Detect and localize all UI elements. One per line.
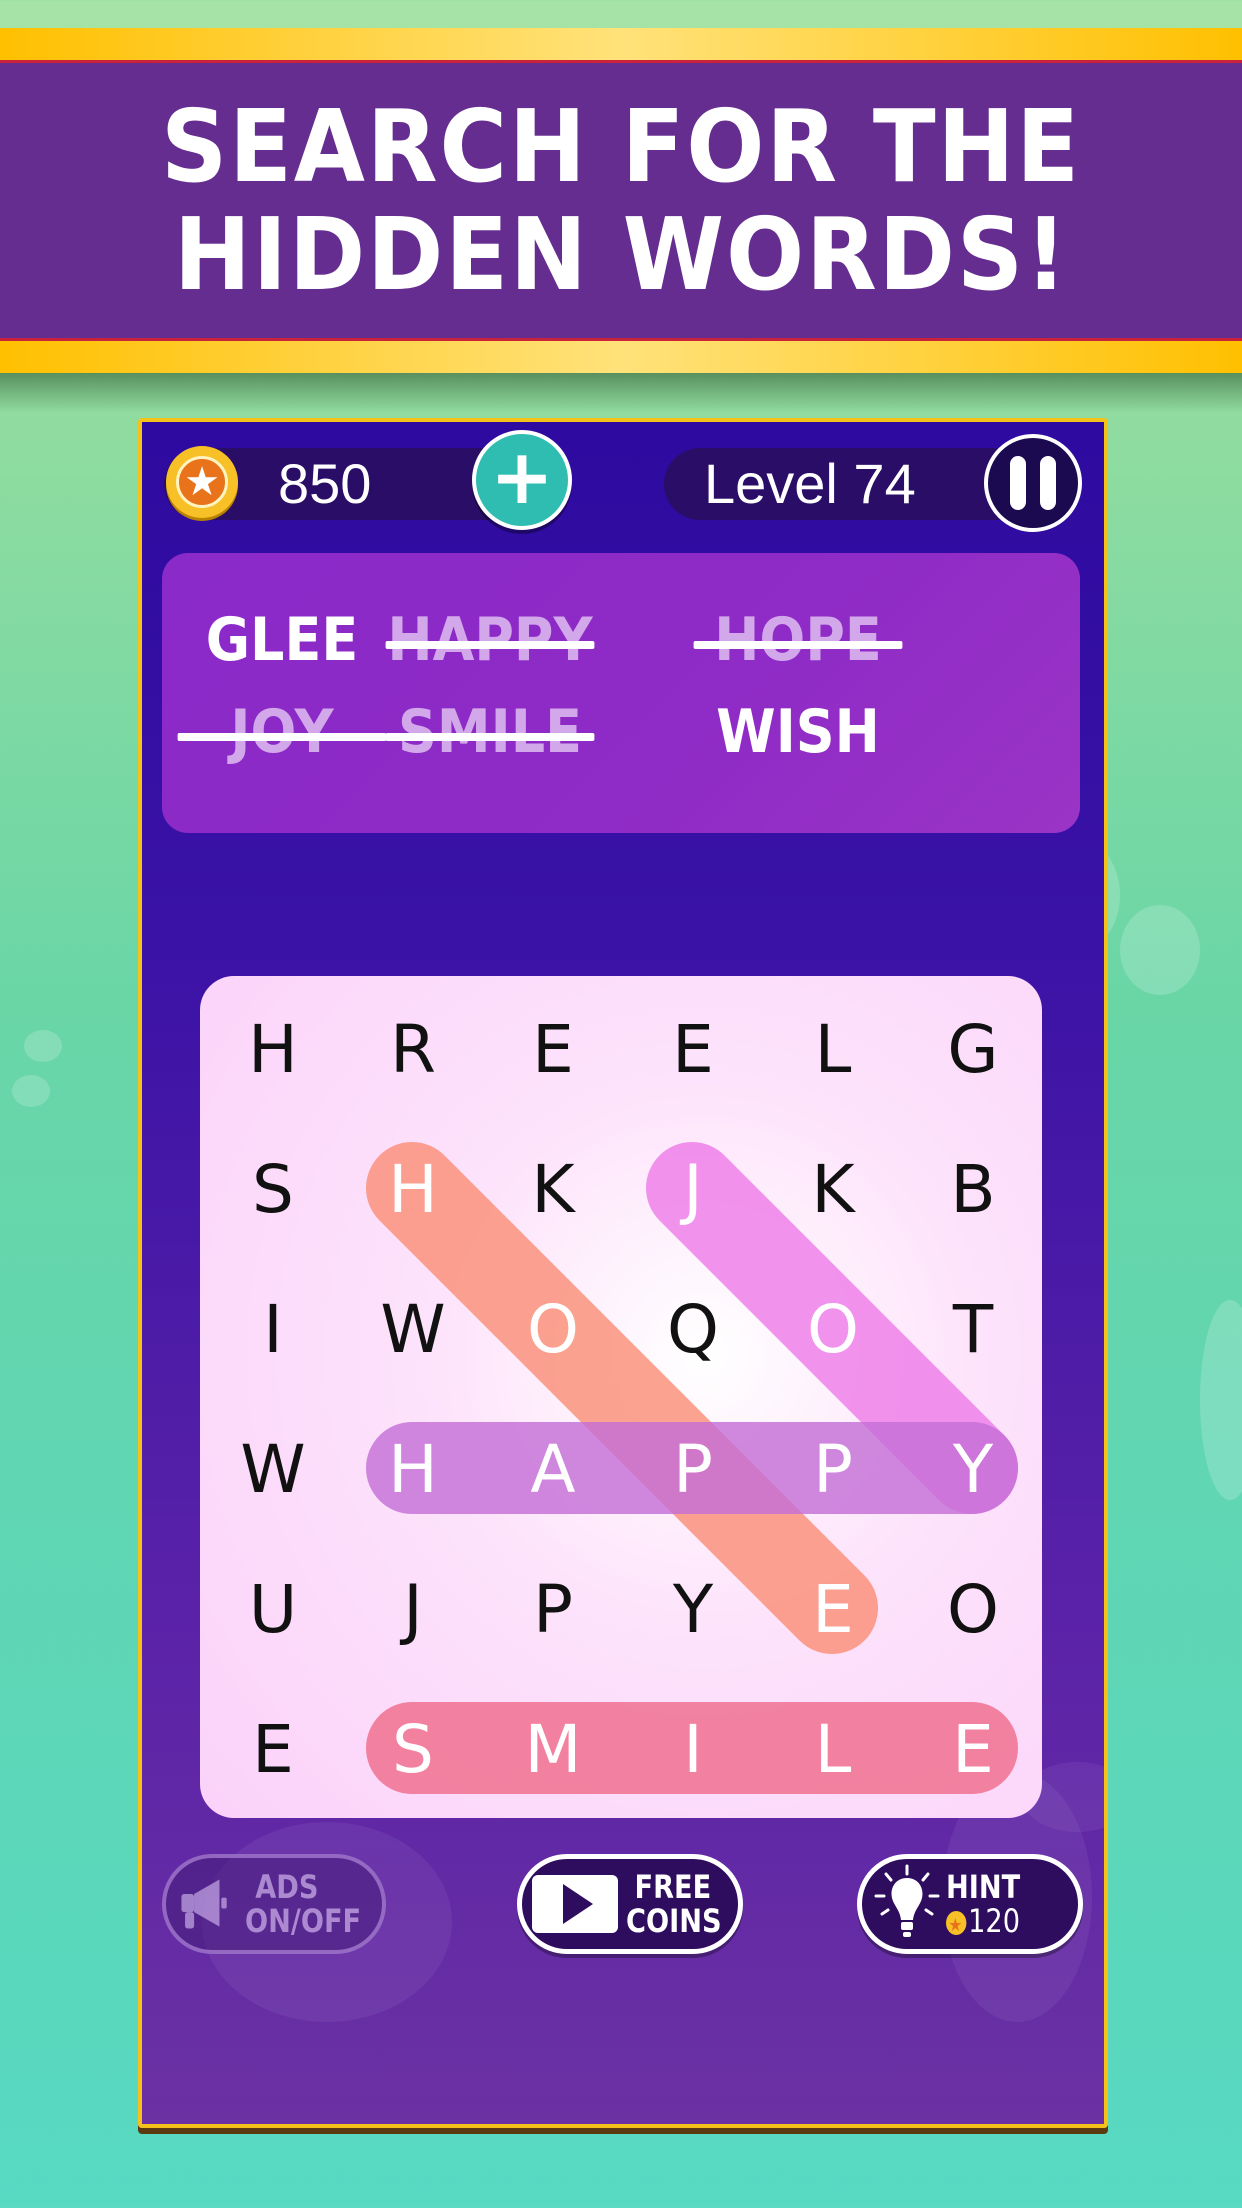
grid-cell[interactable]: L [762, 978, 904, 1120]
word-list-panel: GLEE HAPPY HOPE JOY SMILE WISH [162, 553, 1080, 833]
grid-cell[interactable]: W [342, 1258, 484, 1400]
free-coins-label-line-2: COINS [625, 1902, 722, 1940]
grid-cell[interactable]: J [622, 1118, 764, 1260]
grid-cell[interactable]: W [202, 1398, 344, 1540]
grid-cell[interactable]: P [762, 1398, 904, 1540]
pause-icon [1040, 456, 1056, 510]
grid-cell[interactable]: A [482, 1398, 624, 1540]
hint-label: HINT [946, 1868, 1021, 1906]
grid-cell[interactable]: Y [622, 1538, 764, 1680]
grid-cell[interactable]: Y [902, 1398, 1042, 1540]
grid-cell[interactable]: P [482, 1538, 624, 1680]
background-bokeh [12, 1075, 50, 1107]
plus-icon: + [490, 432, 554, 521]
ads-label-line-2: ON/OFF [245, 1902, 362, 1940]
pause-button[interactable] [984, 434, 1082, 532]
grid-cell[interactable]: E [202, 1678, 344, 1818]
add-coins-button[interactable]: + [472, 430, 572, 530]
banner-gold-stripe-bottom [0, 338, 1242, 373]
grid-cell[interactable]: P [622, 1398, 764, 1540]
grid-cell[interactable]: M [482, 1678, 624, 1818]
grid-cell[interactable]: K [762, 1118, 904, 1260]
ads-toggle-button[interactable]: ADS ON/OFF [162, 1854, 386, 1954]
background-bokeh [1120, 905, 1200, 995]
grid-cell[interactable]: O [762, 1258, 904, 1400]
word-item: HOPE [681, 605, 915, 675]
grid-cell[interactable]: O [902, 1538, 1042, 1680]
grid-cell[interactable]: G [902, 978, 1042, 1120]
grid-cell[interactable]: J [342, 1538, 484, 1680]
grid-cell[interactable]: Q [622, 1258, 764, 1400]
grid-cell[interactable]: U [202, 1538, 344, 1680]
free-coins-label-line-1: FREE [634, 1868, 711, 1906]
grid-cell[interactable]: E [482, 978, 624, 1120]
star-coin-icon: ★ [166, 446, 238, 518]
lightbulb-icon [874, 1864, 940, 1937]
word-item: HAPPY [373, 605, 607, 675]
level-label: Level 74 [704, 452, 916, 515]
grid-cell[interactable]: I [622, 1678, 764, 1818]
hint-button[interactable]: HINT 120 [857, 1854, 1083, 1954]
megaphone-icon [181, 1879, 227, 1929]
play-video-icon [532, 1875, 618, 1933]
pause-icon [1010, 456, 1026, 510]
grid-cell[interactable]: H [342, 1118, 484, 1260]
grid-cell[interactable]: K [482, 1118, 624, 1260]
grid-cell[interactable]: H [342, 1398, 484, 1540]
grid-cell[interactable]: S [342, 1678, 484, 1818]
grid-cell[interactable]: E [762, 1538, 904, 1680]
grid-cell[interactable]: R [342, 978, 484, 1120]
game-screen: ★ 850 + Level 74 GLEE HAPPY HOPE JOY SMI… [138, 418, 1108, 2128]
background-bokeh [24, 1030, 62, 1062]
word-item: GLEE [205, 605, 359, 675]
banner-shadow [0, 373, 1242, 413]
banner-title-line-1: SEARCH FOR THE [160, 87, 1081, 205]
promo-banner: SEARCH FOR THE HIDDEN WORDS! [0, 63, 1242, 338]
background-bokeh [1200, 1300, 1242, 1500]
grid-cell[interactable]: S [202, 1118, 344, 1260]
grid-cell[interactable]: E [622, 978, 764, 1120]
free-coins-button[interactable]: FREE COINS [517, 1854, 743, 1954]
star-coin-icon [946, 1909, 967, 1943]
grid-cell[interactable]: I [202, 1258, 344, 1400]
grid-cell[interactable]: O [482, 1258, 624, 1400]
grid-cell[interactable]: B [902, 1118, 1042, 1260]
grid-cell[interactable]: E [902, 1678, 1042, 1818]
ads-label-line-1: ADS [255, 1868, 319, 1906]
letter-grid[interactable]: HREELGSHKJKBIWOQOTWHAPPYUJPYEOESMILE [200, 976, 1042, 1818]
banner-gold-stripe-top [0, 28, 1242, 63]
grid-cell[interactable]: L [762, 1678, 904, 1818]
grid-cell[interactable]: T [902, 1258, 1042, 1400]
hint-cost: 120 [946, 1902, 1021, 1943]
word-item: WISH [716, 697, 880, 767]
coin-count: 850 [278, 452, 372, 515]
grid-cell[interactable]: H [202, 978, 344, 1120]
banner-title-line-2: HIDDEN WORDS! [173, 195, 1069, 313]
word-item: JOY [165, 697, 399, 767]
word-item: SMILE [373, 697, 607, 767]
hint-cost-value: 120 [968, 1902, 1021, 1940]
